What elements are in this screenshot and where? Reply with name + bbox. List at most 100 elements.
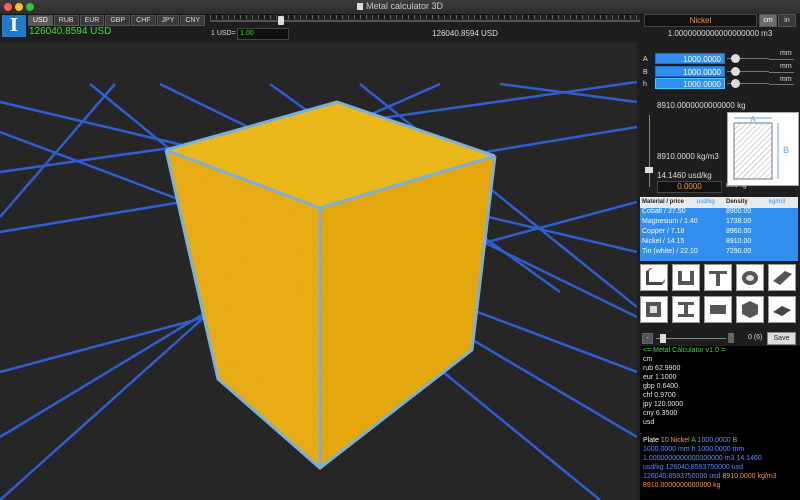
dim-h-input[interactable]: 1000.0000 bbox=[655, 78, 725, 89]
slider-knob[interactable] bbox=[731, 79, 740, 88]
density-slider[interactable] bbox=[645, 115, 653, 187]
log-line: usd bbox=[643, 419, 655, 426]
metal-cube[interactable] bbox=[166, 102, 495, 468]
slider-track bbox=[210, 20, 640, 22]
dim-b-input[interactable]: 1000.0000 bbox=[655, 66, 725, 77]
dim-a-slider[interactable] bbox=[727, 53, 769, 64]
log-unit: usd bbox=[731, 464, 744, 471]
log-unit: kg/m3 bbox=[757, 473, 777, 480]
col-density-unit[interactable]: kg/m3 bbox=[769, 199, 785, 205]
slider-knob[interactable] bbox=[660, 334, 666, 343]
log-b-value: 1000.0000 bbox=[643, 446, 677, 453]
dim-b-unit: mm bbox=[780, 63, 792, 70]
count-slider[interactable] bbox=[656, 333, 726, 343]
tee-profile-icon[interactable] bbox=[704, 264, 732, 291]
col-material[interactable]: Material / price bbox=[642, 199, 684, 205]
unit-in-button[interactable]: in bbox=[778, 14, 796, 27]
tab-eur[interactable]: EUR bbox=[79, 15, 105, 26]
square-tube-profile-icon[interactable] bbox=[640, 296, 668, 323]
table-row[interactable]: Tin (white) / 22.10 7290.00 bbox=[640, 248, 798, 258]
tab-jpy[interactable]: JPY bbox=[156, 15, 180, 26]
save-button[interactable]: Save bbox=[767, 332, 796, 345]
hexagon-profile-icon[interactable] bbox=[736, 296, 764, 323]
dim-h-slider[interactable] bbox=[727, 78, 769, 89]
dim-a-label: A bbox=[643, 56, 648, 63]
section-label-b: B bbox=[783, 145, 789, 155]
title-bar: Metal calculator 3D bbox=[0, 0, 800, 15]
material-cell: Copper / 7.18 bbox=[642, 228, 685, 235]
col-price-unit[interactable]: usd/kg bbox=[697, 199, 715, 205]
dim-b-label: B bbox=[643, 69, 648, 76]
log-a-value: 1000.0000 bbox=[697, 437, 731, 444]
sheet-profile-icon[interactable] bbox=[768, 264, 796, 291]
channel-profile-icon[interactable] bbox=[672, 264, 700, 291]
minus-button[interactable]: - bbox=[642, 333, 653, 344]
log-panel[interactable]: <= Metal Calculator v1.0 = cm rub 62.990… bbox=[640, 346, 800, 500]
col-density[interactable]: Density bbox=[726, 199, 748, 205]
3d-viewport[interactable] bbox=[0, 42, 637, 500]
rate-input[interactable]: 1.00 bbox=[237, 28, 289, 40]
table-row[interactable]: Cobalt / 27.50 8900.00 bbox=[640, 208, 798, 218]
table-row[interactable]: Nickel / 14.15 8910.00 bbox=[640, 238, 798, 248]
rate-slider[interactable] bbox=[210, 15, 640, 27]
3d-scene[interactable] bbox=[0, 42, 637, 500]
log-volume: 1.0000000000000000000 bbox=[643, 455, 723, 462]
dim-b-slider[interactable] bbox=[727, 66, 769, 77]
bar-profile-icon[interactable] bbox=[704, 296, 732, 323]
log-plate-num: 10 bbox=[660, 437, 669, 444]
log-density: 8910.0000 bbox=[722, 473, 756, 480]
table-row[interactable]: Magnesium / 1.40 1738.00 bbox=[640, 218, 798, 228]
dim-a-divider bbox=[769, 59, 794, 60]
tab-chf[interactable]: CHF bbox=[131, 15, 156, 26]
tab-cny[interactable]: CNY bbox=[180, 15, 206, 26]
slider-knob[interactable] bbox=[731, 67, 740, 76]
volume-readout: 1.0000000000000000000 m3 bbox=[667, 29, 773, 38]
log-a-label: A bbox=[691, 437, 696, 444]
log-line: rub 62.9900 bbox=[643, 365, 681, 372]
plate-profile-icon[interactable] bbox=[768, 296, 796, 323]
density-cell: 8900.00 bbox=[726, 208, 752, 215]
log-line-6: 8910.0000000000000 kg bbox=[640, 481, 800, 490]
dim-a-input[interactable]: 1000.0000 bbox=[655, 53, 725, 64]
material-name-field[interactable]: Nickel bbox=[644, 14, 757, 27]
total-price: 126040.8594 USD bbox=[29, 26, 112, 37]
app-logo-icon: I bbox=[2, 15, 26, 37]
slider-knob[interactable] bbox=[278, 16, 284, 25]
slider-knob[interactable] bbox=[645, 167, 653, 173]
tab-usd[interactable]: USD bbox=[28, 15, 53, 26]
log-plate-type: Plate bbox=[643, 437, 659, 444]
slider-ticks bbox=[210, 15, 640, 19]
log-unit: usd/kg bbox=[643, 464, 664, 471]
log-price: 14.1460 bbox=[736, 455, 762, 462]
material-cell: Cobalt / 27.50 bbox=[642, 208, 686, 215]
unit-cm-button[interactable]: cm bbox=[759, 14, 777, 27]
tab-rub[interactable]: RUB bbox=[53, 15, 79, 26]
slider-knob[interactable] bbox=[731, 54, 740, 63]
price-input[interactable]: 0.0000 bbox=[657, 181, 722, 193]
center-total: 126040.8594 USD bbox=[432, 29, 498, 38]
pipe-profile-icon[interactable] bbox=[736, 264, 764, 291]
log-line-5: 126040.8593750000 usd 8910.0000 kg/m3 bbox=[640, 472, 800, 481]
log-unit: usd bbox=[709, 473, 721, 480]
cube-right-face bbox=[320, 156, 495, 468]
material-cell: Tin (white) / 22.10 bbox=[642, 248, 698, 255]
log-weight: 8910.0000000000000 bbox=[643, 482, 712, 489]
angle-profile-icon[interactable] bbox=[640, 264, 668, 291]
beam-profile-icon[interactable] bbox=[672, 296, 700, 323]
dim-h-divider bbox=[769, 84, 794, 85]
window-title: Metal calculator 3D bbox=[0, 1, 800, 11]
stepper[interactable] bbox=[728, 333, 734, 343]
log-line: cny 6.3500 bbox=[643, 410, 678, 417]
profile-grid bbox=[640, 264, 798, 326]
tab-gbp[interactable]: GBP bbox=[105, 15, 131, 26]
material-cell: Nickel / 14.15 bbox=[642, 238, 685, 245]
dim-h-label: h bbox=[643, 81, 647, 88]
plate-section-icon: A B bbox=[733, 115, 789, 180]
density-cell: 8960.00 bbox=[726, 228, 752, 235]
table-row[interactable]: Copper / 7.18 8960.00 bbox=[640, 228, 798, 238]
log-line: chf 0.9700 bbox=[643, 392, 676, 399]
dim-h-unit: mm bbox=[780, 76, 792, 83]
density-cell: 7290.00 bbox=[726, 248, 752, 255]
log-unit: kg bbox=[713, 482, 721, 489]
log-line: gbp 0.6400 bbox=[643, 383, 679, 390]
